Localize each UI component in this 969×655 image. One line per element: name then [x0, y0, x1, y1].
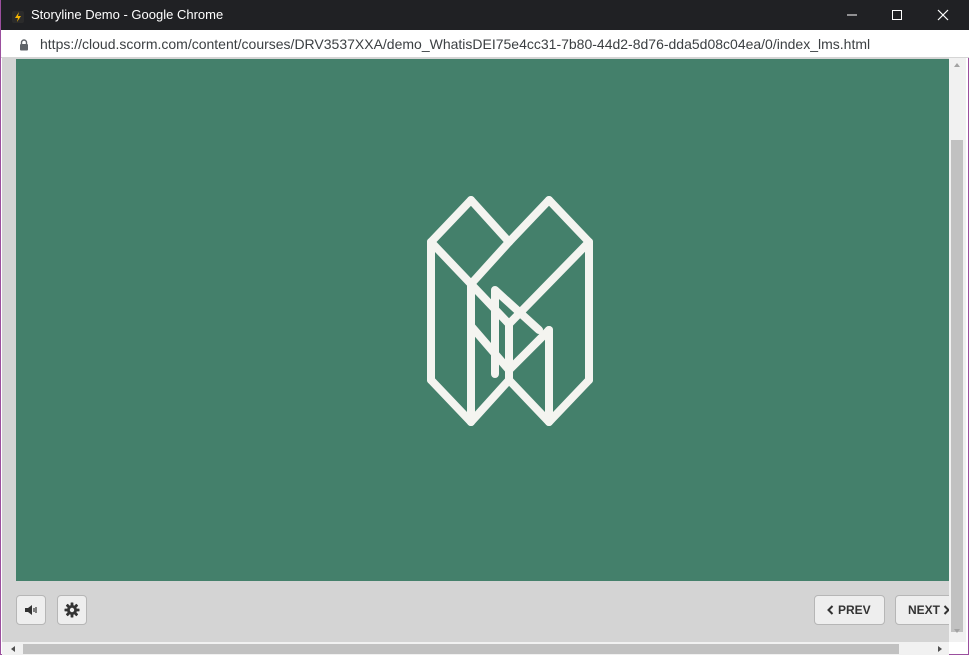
geometric-m-logo	[427, 196, 593, 426]
course-player: PREV NEXT	[2, 58, 957, 642]
close-icon	[937, 9, 949, 21]
horizontal-scroll-thumb[interactable]	[23, 644, 899, 654]
maximize-button[interactable]	[874, 0, 920, 30]
maximize-icon	[892, 10, 902, 20]
minimize-icon	[847, 14, 857, 16]
prev-button[interactable]: PREV	[814, 595, 885, 625]
prev-label: PREV	[838, 603, 871, 617]
volume-button[interactable]	[16, 595, 46, 625]
close-window-button[interactable]	[920, 0, 966, 30]
storyline-favicon-icon	[12, 10, 24, 23]
scroll-right-icon[interactable]	[937, 645, 943, 653]
address-bar[interactable]: https://cloud.scorm.com/content/courses/…	[1, 30, 969, 58]
minimize-button[interactable]	[829, 0, 875, 30]
slide-area	[16, 59, 949, 581]
lock-icon	[19, 38, 29, 56]
url-text[interactable]: https://cloud.scorm.com/content/courses/…	[40, 36, 870, 52]
horizontal-scrollbar[interactable]	[2, 642, 949, 655]
vertical-scroll-thumb[interactable]	[951, 140, 963, 632]
title-bar: Storyline Demo - Google Chrome	[1, 0, 969, 30]
volume-icon	[25, 605, 37, 615]
scroll-left-icon[interactable]	[10, 645, 16, 653]
vertical-scrollbar[interactable]	[949, 58, 966, 642]
window-title: Storyline Demo - Google Chrome	[31, 7, 224, 22]
player-control-bar: PREV NEXT	[2, 581, 957, 642]
browser-window: Storyline Demo - Google Chrome https://c…	[0, 0, 969, 655]
next-label: NEXT	[908, 603, 941, 617]
scroll-down-icon[interactable]	[953, 628, 961, 634]
scroll-up-icon[interactable]	[953, 62, 961, 68]
settings-button[interactable]	[57, 595, 87, 625]
gear-icon	[64, 602, 80, 618]
next-button[interactable]: NEXT	[895, 595, 957, 625]
chevron-left-icon	[827, 605, 834, 615]
